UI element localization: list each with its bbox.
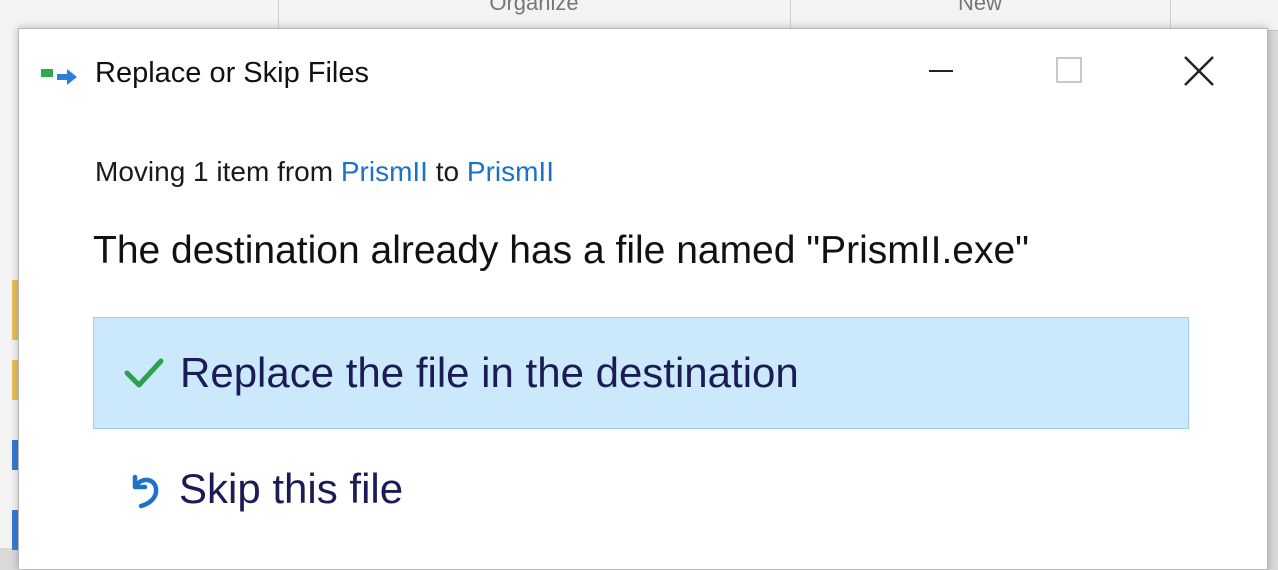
skip-undo-icon [132,474,159,509]
conflict-message: The destination already has a file named… [93,229,1029,272]
close-icon [1184,56,1214,86]
ribbon-group-blank [0,0,279,30]
destination-folder-link[interactable]: PrismII [467,156,554,187]
minimize-icon [929,70,953,72]
replace-file-option[interactable]: Replace the file in the destination [93,317,1189,429]
maximize-icon [1056,57,1082,83]
replace-or-skip-dialog: Replace or Skip Files Moving 1 item from… [18,28,1268,570]
ribbon-group-organize-label: Organize [489,0,579,15]
maximize-button[interactable] [1039,47,1099,97]
ribbon-group-new-label: New [957,0,1002,15]
move-summary-middle: to [427,156,467,187]
close-button[interactable] [1169,47,1229,97]
move-summary: Moving 1 item from PrismII to PrismII [95,155,554,189]
ribbon-group-organize: Organize [278,0,791,30]
title-bar[interactable]: Replace or Skip Files [19,29,1267,113]
source-folder-link[interactable]: PrismII [341,156,428,187]
minimize-button[interactable] [911,47,971,97]
checkmark-icon [124,358,164,388]
dialog-title: Replace or Skip Files [95,57,369,89]
skip-file-option[interactable]: Skip this file [93,433,1189,545]
ribbon-group-new: New [790,0,1171,30]
file-move-icon [41,69,77,85]
move-summary-prefix: Moving 1 item from [95,156,341,187]
background-navigation-pane [0,30,20,550]
skip-file-label: Skip this file [179,465,404,512]
background-ribbon: Organize New [0,0,1278,31]
replace-file-label: Replace the file in the destination [180,349,799,396]
